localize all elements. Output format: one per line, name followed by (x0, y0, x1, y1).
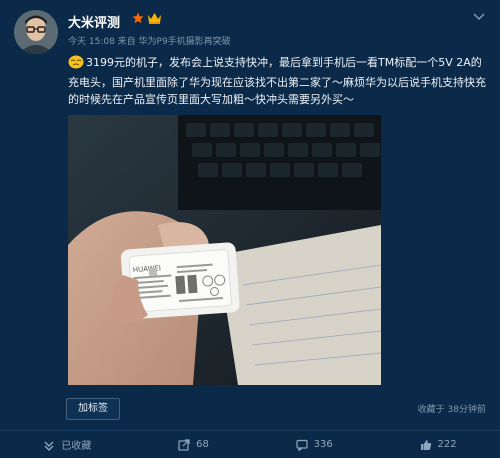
comment-icon (296, 439, 308, 451)
repost-icon (178, 438, 190, 451)
chevron-down-icon[interactable] (472, 10, 486, 24)
post-text: 3199元的机子，发布会上说支持快冲，最后拿到手机后一看TM标配一个5V 2A的… (68, 54, 488, 108)
star-badge-icon (132, 12, 144, 24)
charger-photo: HUAWEI (68, 115, 381, 385)
post-meta: 今天 15:08 来自 华为P9手机摄影再突破 (68, 37, 231, 47)
action-bar: 已收藏 68 336 222 (0, 431, 500, 458)
post-photo[interactable]: HUAWEI (68, 115, 381, 385)
author-name[interactable]: 大米评测 (68, 12, 120, 31)
repost-count: 68 (196, 439, 209, 450)
avatar-image (14, 10, 58, 54)
add-tag-button[interactable]: 加标签 (66, 398, 120, 420)
like-count: 222 (437, 439, 457, 450)
post-body: 3199元的机子，发布会上说支持快冲，最后拿到手机后一看TM标配一个5V 2A的… (68, 56, 486, 106)
crown-badge-icon (148, 13, 161, 24)
author-badges (132, 11, 162, 25)
like-icon (420, 439, 431, 450)
comment-button[interactable]: 336 (296, 439, 333, 451)
collected-time: 收藏于 38分钟前 (417, 405, 486, 415)
comment-count: 336 (313, 439, 333, 450)
collect-button[interactable]: 已收藏 (43, 437, 91, 452)
emoji-icon (68, 55, 84, 74)
like-button[interactable]: 222 (420, 439, 457, 451)
repost-button[interactable]: 68 (178, 438, 209, 451)
collection-icon (44, 441, 54, 451)
avatar[interactable] (14, 10, 58, 54)
collect-label: 已收藏 (61, 441, 92, 452)
